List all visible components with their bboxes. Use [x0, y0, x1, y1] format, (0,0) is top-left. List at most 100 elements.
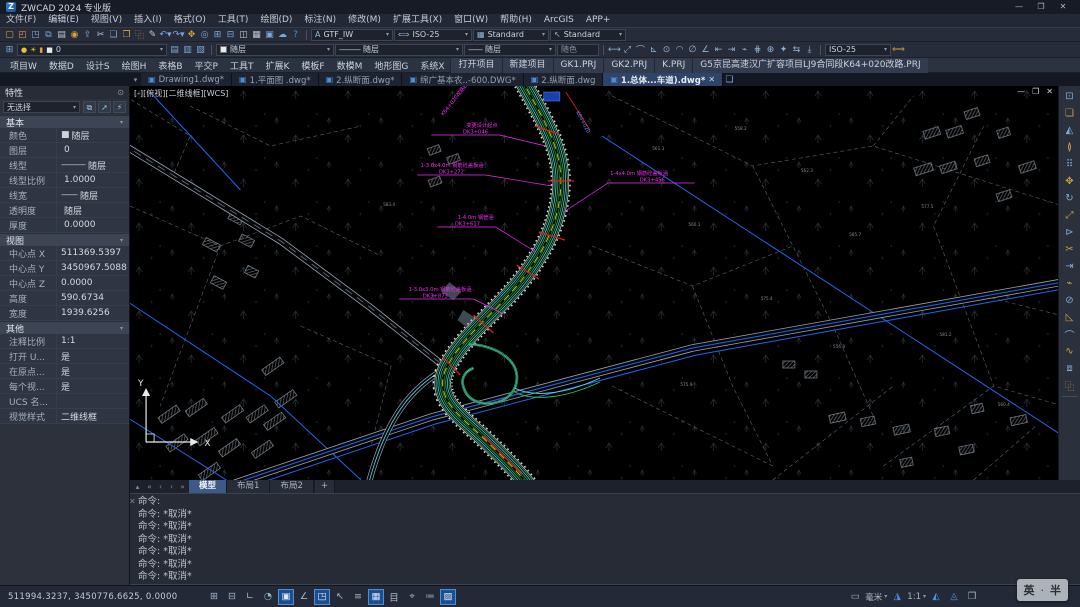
- new-document-icon[interactable]: ❏: [723, 73, 736, 86]
- layout-prev-icon[interactable]: ‹: [155, 483, 166, 491]
- menu-item[interactable]: 工具(T): [212, 14, 255, 27]
- zoom-window-icon[interactable]: ⊞: [211, 28, 224, 41]
- save-all-icon[interactable]: ⧉: [42, 28, 55, 41]
- section-header-other[interactable]: 其他 ▾: [0, 321, 129, 334]
- property-row[interactable]: 厚度 0.0000: [0, 218, 129, 233]
- property-row[interactable]: 中心点 X 511369.5397: [0, 246, 129, 261]
- dim-leader-icon[interactable]: ⌁: [738, 43, 751, 56]
- annotation-add-icon[interactable]: ◬: [946, 589, 962, 605]
- move-icon[interactable]: ✥: [1061, 173, 1078, 189]
- dim-style-select[interactable]: ⟺ ISO-25 ▾: [394, 29, 472, 41]
- layout-tab-model[interactable]: 模型: [189, 480, 227, 493]
- project-button[interactable]: G5京昆高速汉广扩容项目LJ9合同段K64+020改路.PRJ: [692, 58, 927, 73]
- close-command-icon[interactable]: ✕: [129, 496, 136, 509]
- dim-center-icon[interactable]: ⊕: [764, 43, 777, 56]
- chamfer-icon[interactable]: ◺: [1061, 309, 1078, 325]
- layout-tab-2[interactable]: 布局2: [270, 480, 313, 493]
- text-style-select[interactable]: A GTF_IW ▾: [311, 29, 393, 41]
- fillet-icon[interactable]: ⌒: [1061, 326, 1078, 342]
- spline-edit-icon[interactable]: ∿: [1061, 343, 1078, 359]
- project-button[interactable]: K.PRJ: [654, 58, 692, 73]
- ime-indicator[interactable]: 英 · 半: [1017, 579, 1069, 601]
- cut-icon[interactable]: ✂: [94, 28, 107, 41]
- paste-special-icon[interactable]: ⿻: [133, 28, 146, 41]
- property-row[interactable]: UCS 名...: [0, 394, 129, 409]
- select-objects-icon[interactable]: ➚: [98, 101, 111, 113]
- property-row[interactable]: 线型比例 1.0000: [0, 173, 129, 188]
- mleader-style-select[interactable]: ↖ Standard ▾: [550, 29, 626, 41]
- dim-linear-icon[interactable]: ⟷: [608, 43, 621, 56]
- viewports-icon[interactable]: ◫: [237, 28, 250, 41]
- units-label[interactable]: 毫米: [865, 591, 882, 603]
- property-row[interactable]: 注释比例 1:1: [0, 334, 129, 349]
- project-menu-item[interactable]: 绘图H: [116, 59, 153, 72]
- sheet-set-icon[interactable]: ▦: [250, 28, 263, 41]
- property-row[interactable]: 线宽 ——随层: [0, 188, 129, 203]
- project-menu-item[interactable]: 设计S: [80, 59, 116, 72]
- break-point-icon[interactable]: ⌁: [1061, 275, 1078, 291]
- rotate-icon[interactable]: ↻: [1061, 190, 1078, 206]
- dim-aligned-icon[interactable]: ⤢: [621, 43, 634, 56]
- doc-restore-icon[interactable]: ❐: [1032, 87, 1039, 96]
- erase-icon[interactable]: ⊡: [1061, 88, 1078, 104]
- layer-manager-icon[interactable]: ⊞: [3, 43, 16, 56]
- project-menu-item[interactable]: 地形图G: [368, 59, 414, 72]
- save-icon[interactable]: ◳: [29, 28, 42, 41]
- menu-item[interactable]: 标注(N): [298, 14, 342, 27]
- ortho-toggle[interactable]: ∟: [242, 589, 258, 605]
- cloud-icon[interactable]: ☁: [276, 28, 289, 41]
- doc-close-icon[interactable]: ✕: [1046, 87, 1053, 96]
- stretch-icon[interactable]: ⊳: [1061, 224, 1078, 240]
- zoom-realtime-icon[interactable]: ◎: [198, 28, 211, 41]
- dim-text-edit-icon[interactable]: ⇆: [790, 43, 803, 56]
- cycling-toggle[interactable]: ⌖: [404, 589, 420, 605]
- add-layout-button[interactable]: +: [315, 480, 335, 493]
- mirror-icon[interactable]: ◭: [1061, 122, 1078, 138]
- copy-clip-icon[interactable]: ⿻: [1061, 377, 1078, 393]
- menu-item[interactable]: 格式(O): [168, 14, 212, 27]
- dim-baseline-icon[interactable]: ⇤: [712, 43, 725, 56]
- property-row[interactable]: 中心点 Y 3450967.5088: [0, 261, 129, 276]
- menu-item[interactable]: 绘图(D): [254, 14, 298, 27]
- layout-last-icon[interactable]: »: [177, 483, 188, 491]
- pin-icon[interactable]: ⊙: [117, 88, 124, 97]
- layout-tab-1[interactable]: 布局1: [227, 480, 270, 493]
- transparency-toggle[interactable]: ▦: [368, 589, 384, 605]
- new-icon[interactable]: ▢: [3, 28, 16, 41]
- menu-item[interactable]: ArcGIS: [538, 14, 580, 27]
- project-menu-item[interactable]: 工具T: [224, 59, 260, 72]
- doc-tab-pingmiantu[interactable]: ▣ 1.平面图 .dwg* ✕: [232, 73, 319, 86]
- dim-style-manager-icon[interactable]: ⟺: [892, 43, 905, 56]
- property-row[interactable]: 高度 590.6734: [0, 291, 129, 306]
- dim-jogged-icon[interactable]: ◠: [673, 43, 686, 56]
- project-menu-item[interactable]: 数据D: [43, 59, 80, 72]
- dim-update-icon[interactable]: ⤓: [803, 43, 816, 56]
- panel-collapse-icon[interactable]: ▴: [132, 483, 143, 491]
- snap-toggle[interactable]: ⊟: [224, 589, 240, 605]
- layout-next-icon[interactable]: ›: [166, 483, 177, 491]
- property-row[interactable]: 在原点... 是: [0, 364, 129, 379]
- publish-icon[interactable]: ⇪: [81, 28, 94, 41]
- tab-scroll-icon[interactable]: ▾: [130, 76, 141, 84]
- menu-item[interactable]: APP+: [580, 14, 617, 27]
- property-row[interactable]: 透明度 随层: [0, 203, 129, 218]
- project-menu-item[interactable]: 平交P: [189, 59, 224, 72]
- dyn-input-toggle[interactable]: ↖: [332, 589, 348, 605]
- section-header-view[interactable]: 视图 ▾: [0, 233, 129, 246]
- workspace-toggle[interactable]: ▨: [440, 589, 456, 605]
- offset-icon[interactable]: ≬: [1061, 139, 1078, 155]
- minimize-button[interactable]: —: [1008, 1, 1030, 13]
- units-icon[interactable]: ▭: [847, 589, 863, 605]
- dim-angular-icon[interactable]: ∠: [699, 43, 712, 56]
- open-icon[interactable]: ◰: [16, 28, 29, 41]
- osnap-toggle[interactable]: ▣: [278, 589, 294, 605]
- project-button[interactable]: GK1.PRJ: [553, 58, 604, 73]
- copy-object-icon[interactable]: ❏: [1061, 105, 1078, 121]
- annotation-visibility-icon[interactable]: ◮: [889, 589, 905, 605]
- selection-select[interactable]: 无选择 ▾: [3, 101, 80, 113]
- dim-continue-icon[interactable]: ⇥: [725, 43, 738, 56]
- doc-tab-mianguang[interactable]: ▣ 绵广基本农..-600.DWG* ✕: [402, 73, 523, 86]
- project-button[interactable]: 打开项目: [450, 58, 501, 73]
- menu-item[interactable]: 窗口(W): [448, 14, 494, 27]
- property-row[interactable]: 图层 0: [0, 143, 129, 158]
